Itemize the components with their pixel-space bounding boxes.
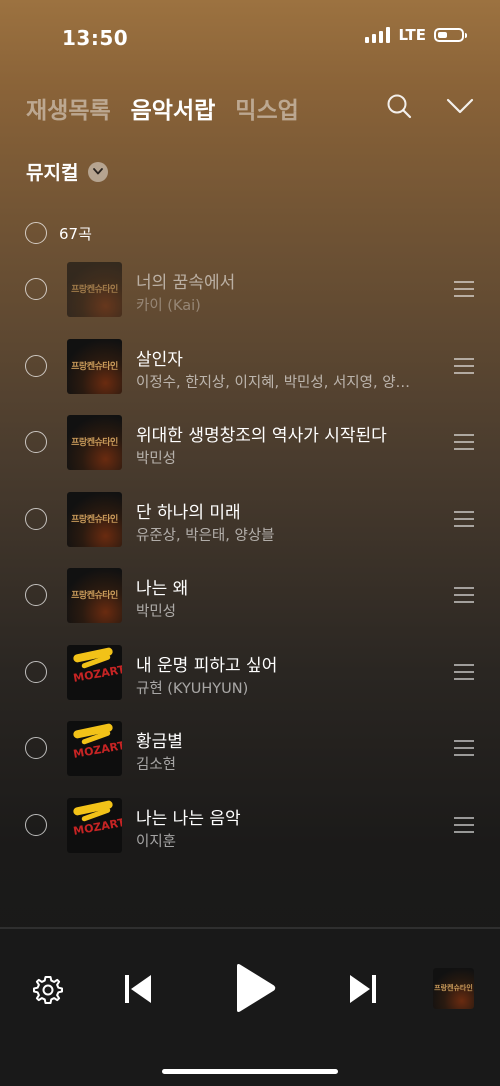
- now-playing-art[interactable]: 프랑켄슈타인: [433, 968, 474, 1009]
- list-item[interactable]: 프랑켄슈타인 단 하나의 미래 유준상, 박은태, 양상블: [0, 482, 500, 559]
- chevron-down-icon[interactable]: [446, 97, 474, 119]
- drag-handle-icon[interactable]: [454, 434, 474, 450]
- song-artist: 이정수, 한지상, 이지혜, 박민성, 서지영, 양…: [136, 374, 411, 391]
- row-checkbox[interactable]: [25, 813, 47, 836]
- list-item[interactable]: 프랑켄슈타인 나는 왜 박민성: [0, 558, 500, 635]
- drag-handle-icon[interactable]: [454, 281, 474, 297]
- next-track-icon[interactable]: [348, 973, 378, 1009]
- top-tabs: 재생목록 음악서랍 믹스업: [26, 88, 474, 128]
- song-artist: 김소현: [136, 757, 177, 773]
- drag-handle-icon[interactable]: [454, 357, 474, 374]
- status-time: 13:50: [62, 26, 129, 50]
- row-checkbox[interactable]: [25, 660, 47, 683]
- song-title: 너의 꿈속에서: [136, 273, 236, 293]
- drag-handle-icon[interactable]: [454, 740, 474, 756]
- list-item[interactable]: MOZART! 황금별 김소현: [0, 711, 500, 788]
- category-selector[interactable]: 뮤지컬: [26, 158, 109, 185]
- tab-mixup[interactable]: 믹스업: [235, 91, 298, 125]
- album-art: MOZART!: [67, 797, 122, 853]
- list-item[interactable]: 프랑켄슈타인 너의 꿈속에서 카이 (Kai): [0, 252, 500, 329]
- song-artist: 박민성: [136, 604, 177, 620]
- select-all[interactable]: 67곡: [25, 222, 92, 244]
- drag-handle-icon[interactable]: [454, 816, 474, 833]
- list-item[interactable]: 프랑켄슈타인 위대한 생명창조의 역사가 시작된다 박민성: [0, 405, 500, 482]
- song-title: 내 운명 피하고 싶어: [136, 655, 278, 676]
- album-art: 프랑켄슈타인: [67, 338, 122, 394]
- song-title: 나는 나는 음악: [136, 808, 241, 829]
- gear-icon[interactable]: [32, 974, 64, 1010]
- network-label: LTE: [398, 26, 426, 44]
- song-title: 황금별: [136, 732, 183, 752]
- row-checkbox[interactable]: [25, 507, 47, 530]
- play-icon[interactable]: [233, 962, 277, 1018]
- album-art: 프랑켄슈타인: [67, 568, 122, 623]
- song-artist: 규현 (KYUHYUN): [136, 680, 249, 697]
- previous-track-icon[interactable]: [123, 973, 153, 1009]
- song-title: 단 하나의 미래: [136, 502, 241, 523]
- song-artist: 이지훈: [136, 833, 177, 850]
- signal-icon: [365, 27, 391, 43]
- song-count: 67곡: [59, 224, 92, 243]
- player-bar: 프랑켄슈타인: [0, 927, 500, 1086]
- search-icon[interactable]: [386, 93, 412, 123]
- home-indicator: [162, 1069, 338, 1074]
- tab-playlist[interactable]: 재생목록: [26, 91, 111, 125]
- row-checkbox[interactable]: [25, 431, 47, 453]
- list-item[interactable]: MOZART! 나는 나는 음악 이지훈: [0, 788, 500, 865]
- status-bar: 13:50 LTE: [0, 0, 500, 74]
- row-checkbox[interactable]: [25, 737, 47, 759]
- album-art: 프랑켄슈타인: [67, 415, 122, 470]
- album-art: 프랑켄슈타인: [67, 262, 122, 317]
- song-list: 프랑켄슈타인 너의 꿈속에서 카이 (Kai) 프랑켄슈타인 살인자 이정수, …: [0, 252, 500, 864]
- album-art: MOZART!: [67, 644, 122, 700]
- status-indicators: LTE: [365, 26, 467, 44]
- tab-music-drawer[interactable]: 음악서랍: [131, 91, 216, 125]
- album-art: MOZART!: [67, 721, 122, 776]
- song-artist: 카이 (Kai): [136, 298, 201, 314]
- list-item[interactable]: MOZART! 내 운명 피하고 싶어 규현 (KYUHYUN): [0, 635, 500, 712]
- song-title: 살인자: [136, 349, 183, 370]
- song-artist: 박민성: [136, 451, 177, 467]
- row-checkbox[interactable]: [25, 354, 47, 377]
- battery-icon: [434, 28, 467, 42]
- drag-handle-icon[interactable]: [454, 663, 474, 680]
- row-checkbox[interactable]: [25, 278, 47, 300]
- select-all-checkbox[interactable]: [25, 222, 47, 244]
- song-artist: 유준상, 박은태, 양상블: [136, 527, 275, 544]
- song-title: 나는 왜: [136, 579, 189, 599]
- chevron-down-icon: [88, 161, 109, 182]
- drag-handle-icon[interactable]: [454, 587, 474, 603]
- song-title: 위대한 생명창조의 역사가 시작된다: [136, 426, 387, 446]
- category-label: 뮤지컬: [26, 162, 79, 184]
- list-item[interactable]: 프랑켄슈타인 살인자 이정수, 한지상, 이지혜, 박민성, 서지영, 양…: [0, 329, 500, 406]
- drag-handle-icon[interactable]: [454, 510, 474, 527]
- album-art: 프랑켄슈타인: [67, 491, 122, 547]
- row-checkbox[interactable]: [25, 584, 47, 606]
